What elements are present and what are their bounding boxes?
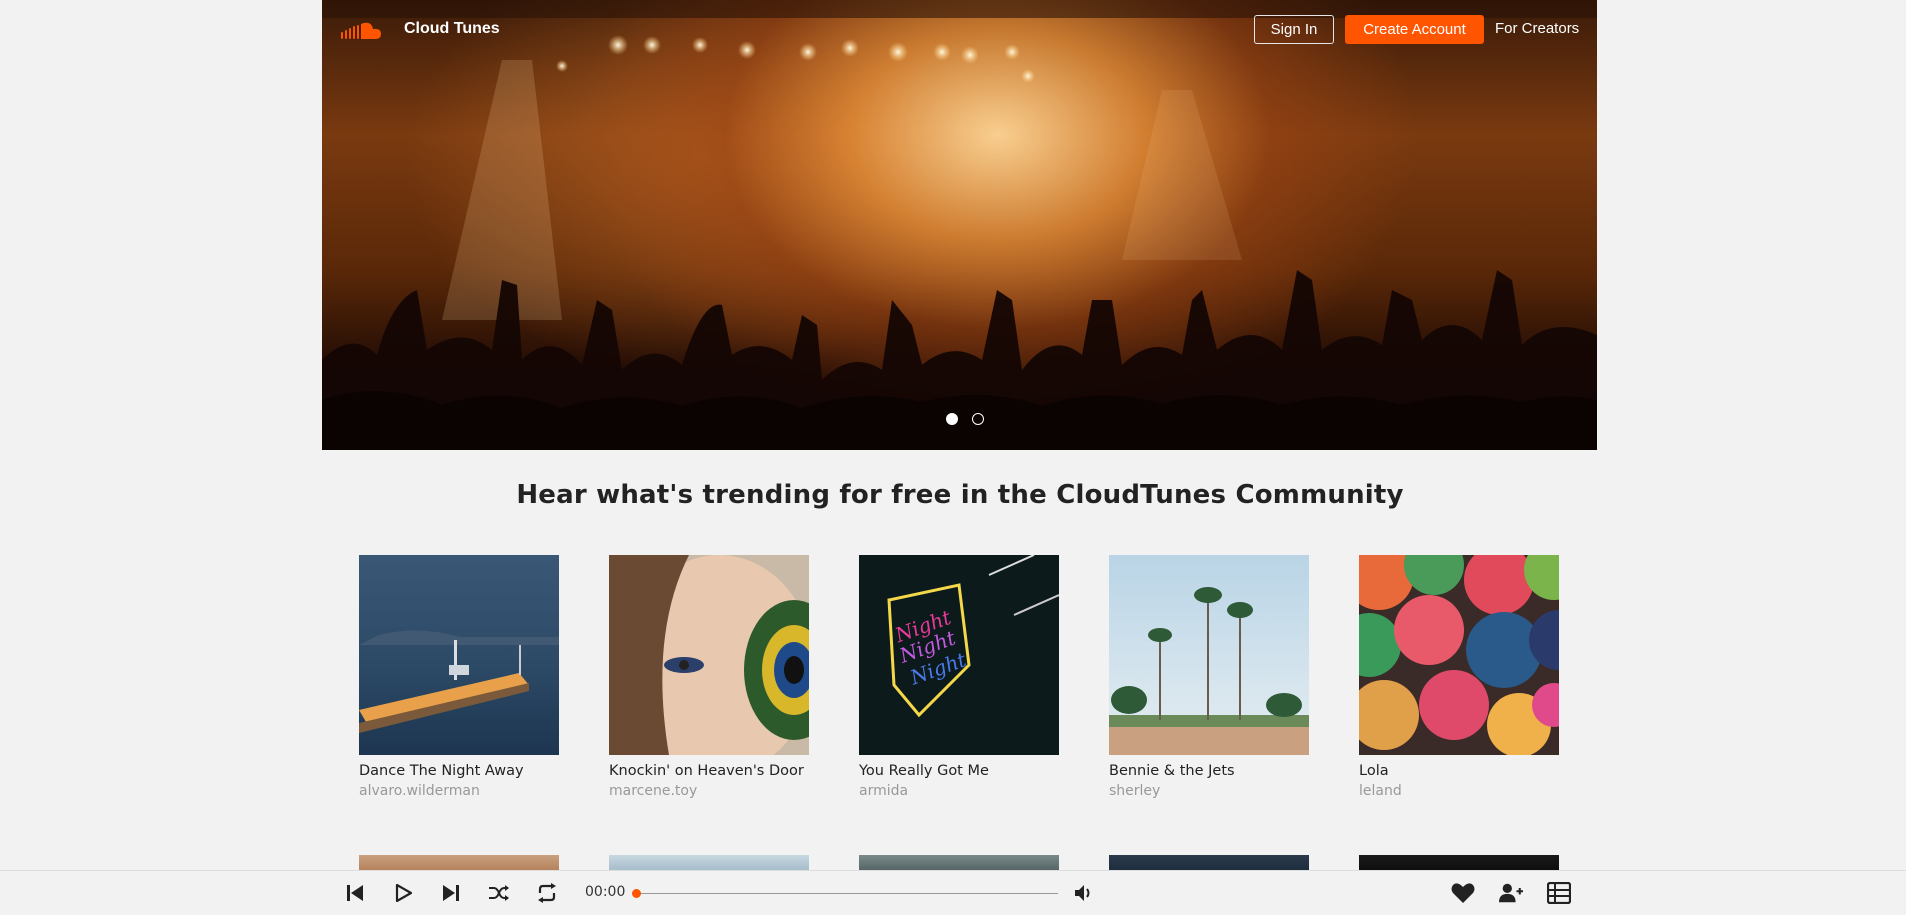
play-icon[interactable]: [391, 881, 415, 905]
carousel-dots: [946, 413, 984, 425]
queue-list-icon[interactable]: [1547, 881, 1571, 905]
heart-icon[interactable]: [1451, 881, 1475, 905]
shuffle-icon[interactable]: [487, 881, 511, 905]
track-card[interactable]: Night Night Night You Really Got Me armi…: [859, 555, 1059, 799]
progress-bar[interactable]: [632, 889, 1058, 898]
track-artist[interactable]: marcene.toy: [609, 783, 809, 799]
track-title[interactable]: Bennie & the Jets: [1109, 763, 1309, 779]
track-card[interactable]: Bennie & the Jets sherley: [1109, 555, 1309, 799]
track-artwork[interactable]: [609, 555, 809, 755]
skip-back-icon[interactable]: [343, 881, 367, 905]
track-artist[interactable]: alvaro.wilderman: [359, 783, 559, 799]
repeat-icon[interactable]: [535, 881, 559, 905]
track-artist[interactable]: leland: [1359, 783, 1559, 799]
create-account-button[interactable]: Create Account: [1345, 15, 1484, 44]
audio-player-bar: 00:00: [0, 870, 1906, 915]
track-artwork[interactable]: Night Night Night: [859, 555, 1059, 755]
track-title[interactable]: Dance The Night Away: [359, 763, 559, 779]
hero-banner: Cloud Tunes Sign In Create Account For C…: [322, 0, 1597, 450]
progress-handle[interactable]: [632, 889, 641, 898]
track-title[interactable]: Knockin' on Heaven's Door: [609, 763, 809, 779]
track-artist[interactable]: sherley: [1109, 783, 1309, 799]
track-artist[interactable]: armida: [859, 783, 1059, 799]
trending-heading: Hear what's trending for free in the Clo…: [516, 480, 1404, 510]
track-card[interactable]: Lola leland: [1359, 555, 1559, 799]
volume-icon[interactable]: [1072, 881, 1096, 905]
current-time: 00:00: [585, 884, 626, 900]
track-card[interactable]: Knockin' on Heaven's Door marcene.toy: [609, 555, 809, 799]
track-card[interactable]: Dance The Night Away alvaro.wilderman: [359, 555, 559, 799]
track-title[interactable]: Lola: [1359, 763, 1559, 779]
add-user-icon[interactable]: [1499, 881, 1523, 905]
top-navigation: Cloud Tunes Sign In Create Account For C…: [322, 0, 1597, 58]
carousel-dot-1[interactable]: [946, 413, 958, 425]
track-artwork[interactable]: [359, 555, 559, 755]
for-creators-link[interactable]: For Creators: [1495, 20, 1579, 37]
skip-forward-icon[interactable]: [439, 881, 463, 905]
sign-in-button[interactable]: Sign In: [1254, 15, 1334, 44]
crowd-silhouette: [322, 270, 1597, 450]
carousel-dot-2[interactable]: [972, 413, 984, 425]
track-artwork[interactable]: [1359, 555, 1559, 755]
track-title[interactable]: You Really Got Me: [859, 763, 1059, 779]
brand-name[interactable]: Cloud Tunes: [404, 20, 500, 38]
soundcloud-logo-icon[interactable]: [341, 20, 381, 40]
track-artwork[interactable]: [1109, 555, 1309, 755]
